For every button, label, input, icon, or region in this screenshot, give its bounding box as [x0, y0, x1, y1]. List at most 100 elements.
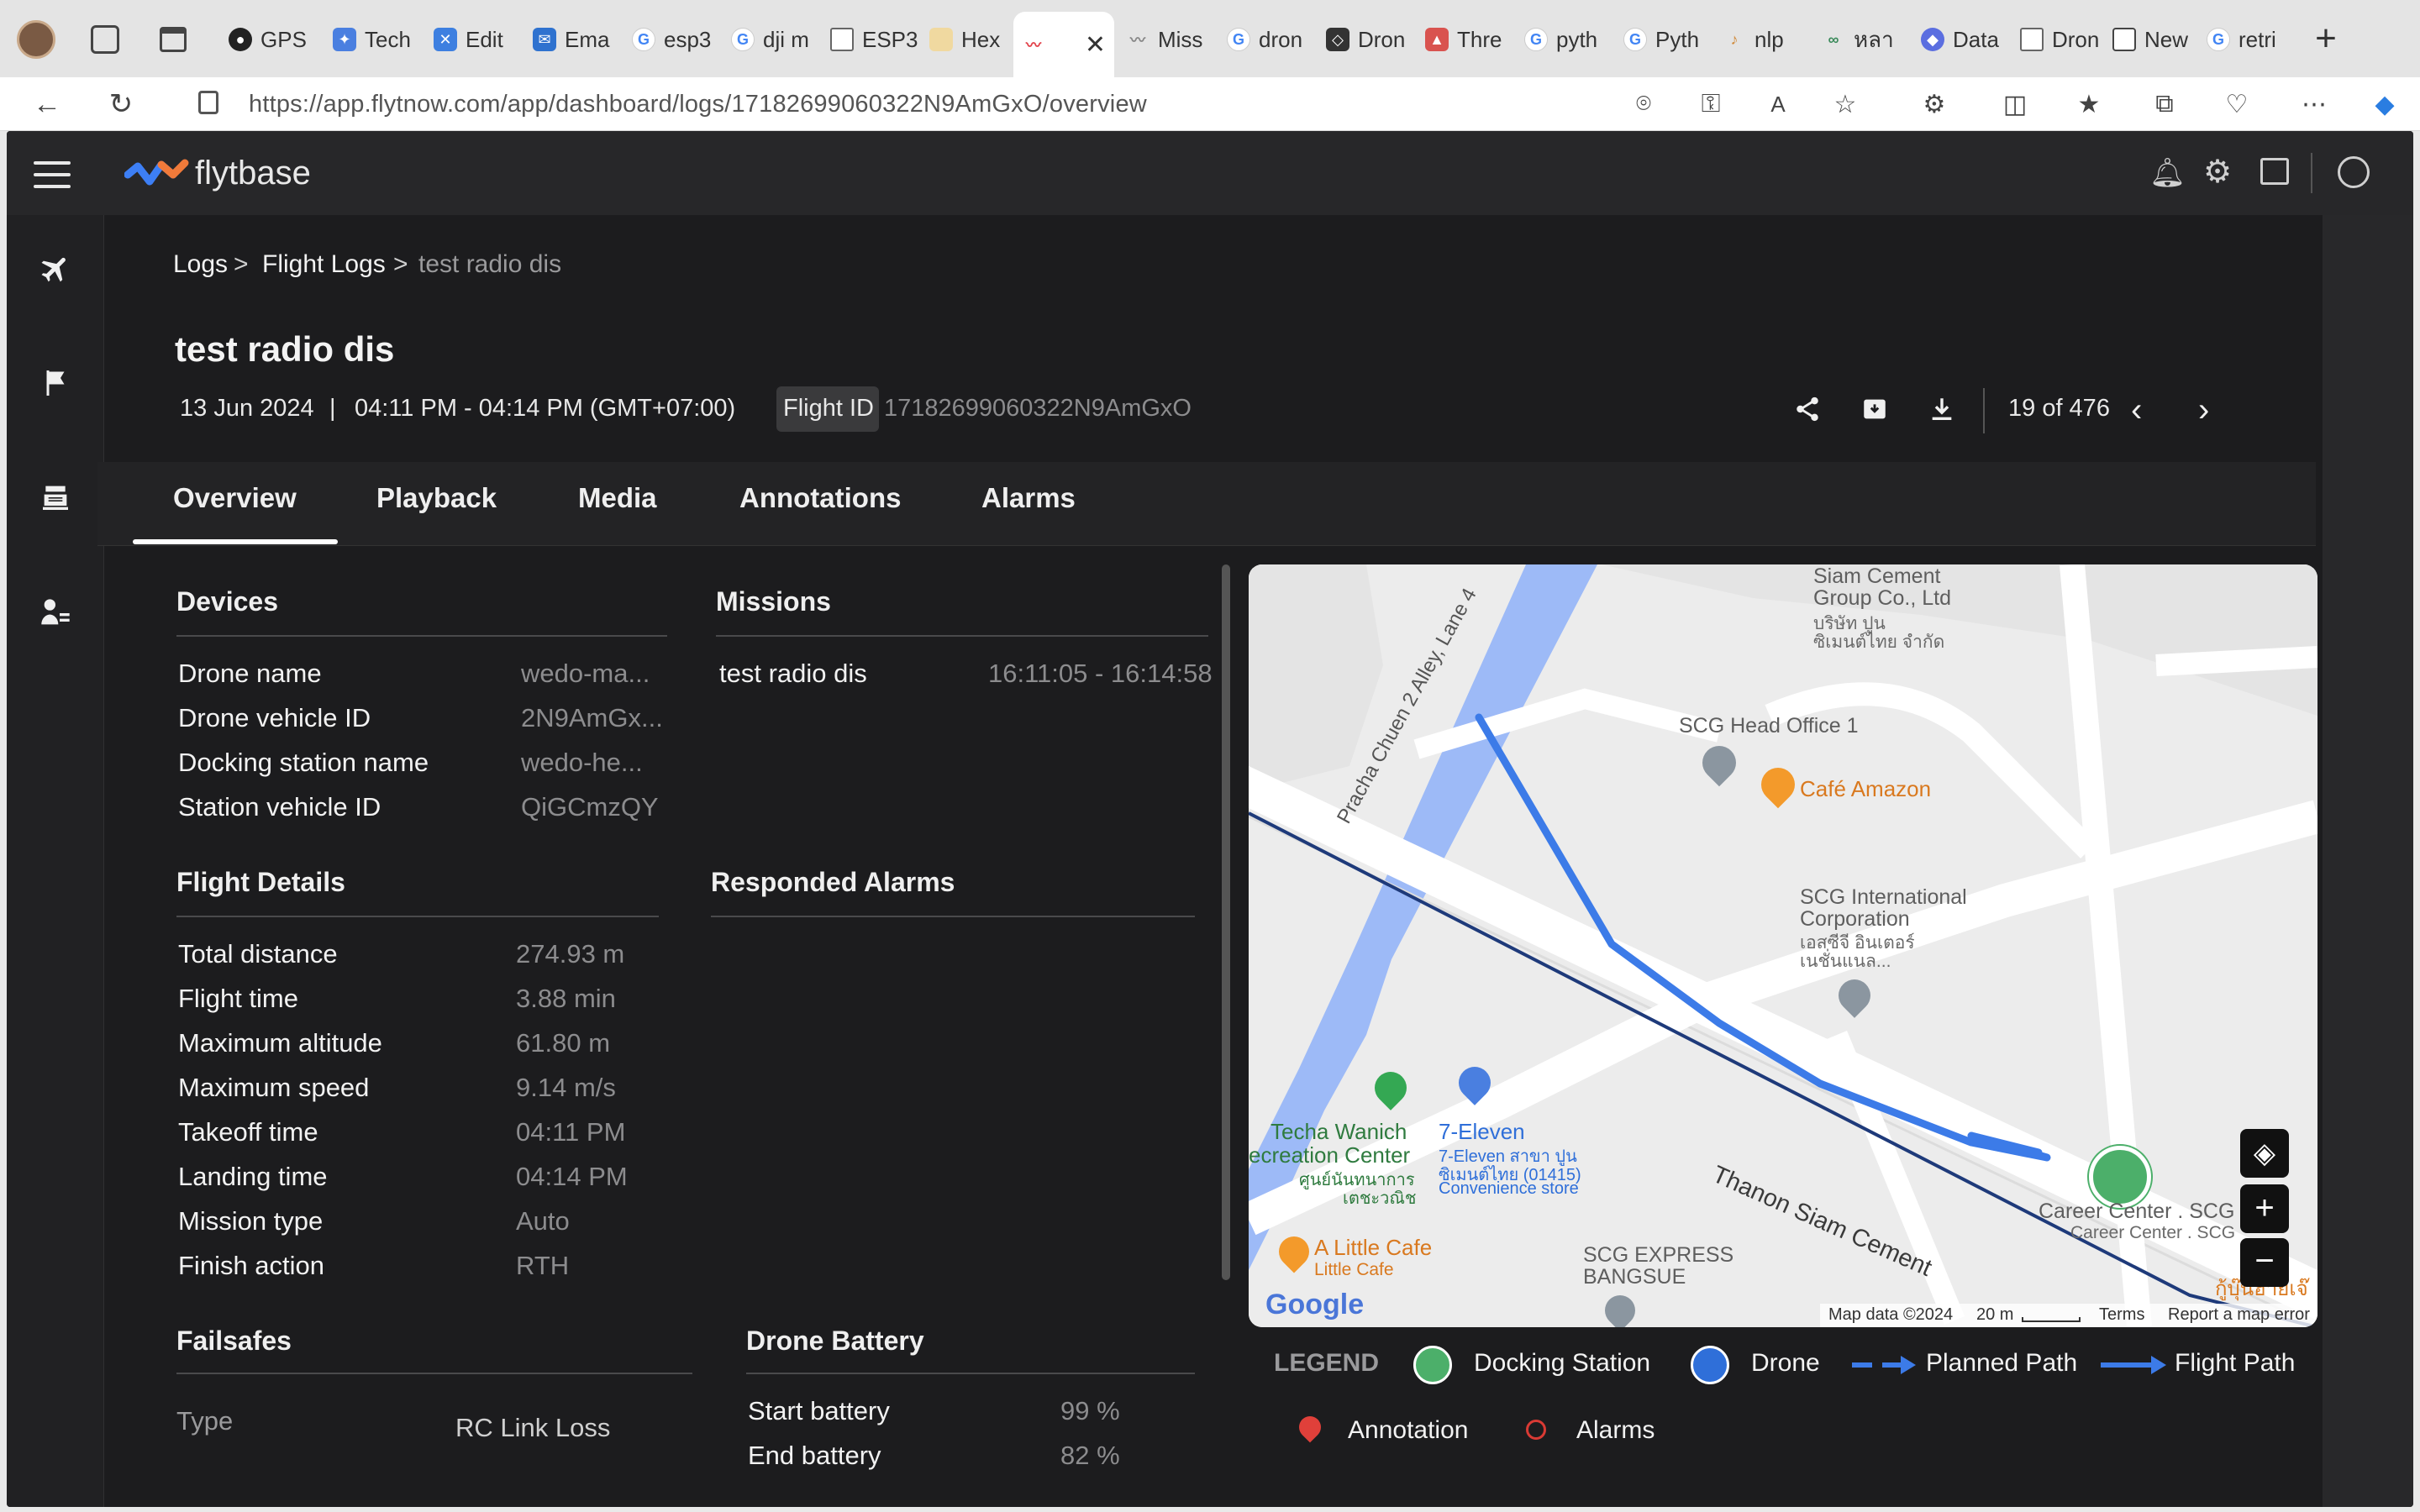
tab-actions-icon[interactable] — [160, 27, 187, 52]
github-icon: ● — [229, 28, 252, 51]
chevron-left-icon[interactable]: ‹ — [2131, 391, 2142, 429]
document-icon — [830, 28, 854, 51]
scrollbar[interactable] — [1222, 564, 1230, 1280]
toolbar-divider — [1983, 388, 1985, 433]
google-icon: G — [731, 28, 755, 51]
browser-tab[interactable]: G Pyth — [1615, 13, 1714, 66]
docking-station-icon[interactable] — [35, 477, 76, 517]
tab-playback[interactable]: Playback — [376, 482, 497, 514]
meta-separator: | — [329, 395, 336, 422]
favorite-star-icon[interactable]: ☆ — [1828, 87, 1862, 121]
map-label: ecreation Center — [1249, 1142, 1411, 1168]
failsafe-type-value: RC Link Loss — [455, 1413, 611, 1442]
tab-alarms[interactable]: Alarms — [981, 482, 1076, 514]
new-tab-button[interactable]: + — [2306, 18, 2346, 59]
browser-tab[interactable]: ✕ Edit — [425, 13, 524, 66]
download-icon[interactable] — [1928, 395, 1961, 428]
missions-flag-icon[interactable] — [35, 363, 76, 403]
browser-tab[interactable]: ✦ Tech — [324, 13, 424, 66]
collections-icon[interactable]: ⧉ — [2148, 87, 2181, 121]
workspaces-icon[interactable] — [91, 25, 119, 54]
share-icon[interactable] — [1793, 395, 1827, 428]
split-screen-icon[interactable]: ◫ — [1998, 87, 2032, 121]
active-tab-indicator — [133, 539, 338, 544]
map-layers-icon[interactable]: ◈ — [2240, 1129, 2289, 1178]
location-icon[interactable]: ⌾ — [1627, 87, 1660, 121]
performance-icon[interactable]: ♡ — [2220, 87, 2254, 121]
copilot-icon[interactable]: ◆ — [2368, 87, 2402, 121]
more-menu-icon[interactable]: ⋯ — [2297, 87, 2331, 121]
browser-tab[interactable]: Gpyth — [1516, 13, 1615, 66]
gift-icon[interactable] — [2260, 158, 2289, 185]
browser-tab[interactable]: Gdron — [1218, 13, 1318, 66]
map-label: เนชั่นแนล... — [1800, 952, 1891, 971]
browser-tab[interactable]: Gesp3 — [623, 13, 723, 66]
map-terms-link[interactable]: Terms — [2099, 1305, 2144, 1325]
docking-station-map-marker[interactable] — [2089, 1146, 2151, 1208]
profile-avatar[interactable] — [17, 20, 55, 59]
browser-toolbar: ← ↻ https://app.flytnow.com/app/dashboar… — [0, 77, 2420, 197]
zoom-in-button[interactable]: + — [2240, 1184, 2289, 1233]
gear-icon[interactable]: ⚙ — [2203, 153, 2232, 191]
browser-tab[interactable]: Hex — [921, 13, 1012, 66]
tab-annotations[interactable]: Annotations — [739, 482, 901, 514]
flight-detail-value: 274.93 m — [516, 939, 625, 969]
device-label: Docking station name — [178, 748, 429, 777]
user-account-icon[interactable] — [2338, 156, 2370, 188]
flights-airplane-icon[interactable] — [35, 249, 76, 289]
tab-media[interactable]: Media — [578, 482, 657, 514]
document-icon — [2020, 28, 2044, 51]
browser-tab[interactable]: Gdji m — [723, 13, 822, 66]
logs-user-icon[interactable] — [35, 593, 76, 633]
new-tab-icon — [2112, 28, 2136, 51]
browser-tab-active[interactable]: 〰 ✕ — [1013, 12, 1114, 77]
page-title: test radio dis — [175, 329, 395, 369]
browser-tab[interactable]: Gretri — [2198, 13, 2297, 66]
zoom-out-button[interactable]: − — [2240, 1238, 2289, 1287]
lock-icon[interactable] — [198, 91, 218, 114]
close-tab-icon[interactable]: ✕ — [1085, 30, 1106, 60]
key-icon[interactable]: ⚿ — [1694, 87, 1728, 121]
flight-detail-label: Flight time — [178, 984, 298, 1013]
header-divider — [2311, 153, 2312, 193]
devices-divider — [176, 635, 667, 637]
tab-overview[interactable]: Overview — [173, 482, 297, 514]
flight-map[interactable]: Siam Cement Group Co., Ltd บริษัท ปูน ซิ… — [1249, 564, 2317, 1327]
mission-name[interactable]: test radio dis — [719, 659, 867, 689]
map-label: ซิเมนต์ไทย จำกัด — [1813, 633, 1945, 652]
read-aloud-icon[interactable]: A — [1761, 87, 1795, 121]
drone-battery-divider — [746, 1373, 1195, 1374]
browser-tab[interactable]: ◆ Data — [1912, 13, 2012, 66]
browser-tab[interactable]: ✉ Ema — [524, 13, 623, 66]
flight-detail-value: RTH — [516, 1251, 570, 1280]
browser-tab[interactable]: Dron — [2012, 13, 2111, 66]
breadcrumb-logs[interactable]: Logs — [173, 250, 228, 279]
report-map-error-link[interactable]: Report a map error — [2168, 1305, 2310, 1325]
flight-details-title: Flight Details — [176, 867, 345, 897]
browser-tab[interactable]: ∞ หลา — [1813, 13, 1912, 66]
drone-legend-icon — [1691, 1346, 1729, 1384]
bell-icon[interactable]: 🔔︎ — [2149, 156, 2186, 190]
browser-tab[interactable]: ♪ nlp — [1714, 13, 1813, 66]
address-bar[interactable]: https://app.flytnow.com/app/dashboard/lo… — [168, 81, 1849, 128]
browser-tab[interactable]: ◇ Dron — [1318, 13, 1417, 66]
chevron-right-icon[interactable]: › — [2198, 391, 2209, 429]
hamburger-menu-icon[interactable] — [34, 161, 71, 188]
map-legend: LEGEND Docking Station Drone Planned Pat… — [1249, 1327, 2317, 1462]
url-text[interactable]: https://app.flytnow.com/app/dashboard/lo… — [249, 91, 1147, 118]
battery-label: Start battery — [748, 1396, 890, 1425]
breadcrumb-flight-logs[interactable]: Flight Logs — [262, 250, 386, 279]
browser-tab[interactable]: 〰 Miss — [1118, 13, 1217, 66]
device-label: Drone vehicle ID — [178, 703, 371, 732]
favorites-icon[interactable]: ★ — [2072, 87, 2106, 121]
refresh-icon[interactable]: ↻ — [101, 84, 141, 124]
device-label: Station vehicle ID — [178, 792, 381, 822]
browser-tab[interactable]: New — [2104, 13, 2203, 66]
flight-id-value: 17182699060322N9AmGxO — [884, 395, 1192, 422]
browser-tab[interactable]: ESP3 — [822, 13, 921, 66]
archive-icon[interactable] — [1860, 395, 1894, 428]
browser-tab[interactable]: ▲ Thre — [1417, 13, 1516, 66]
browser-tab[interactable]: ● GPS — [220, 13, 319, 66]
extensions-icon[interactable]: ⚙ — [1918, 87, 1951, 121]
back-icon[interactable]: ← — [27, 84, 67, 124]
